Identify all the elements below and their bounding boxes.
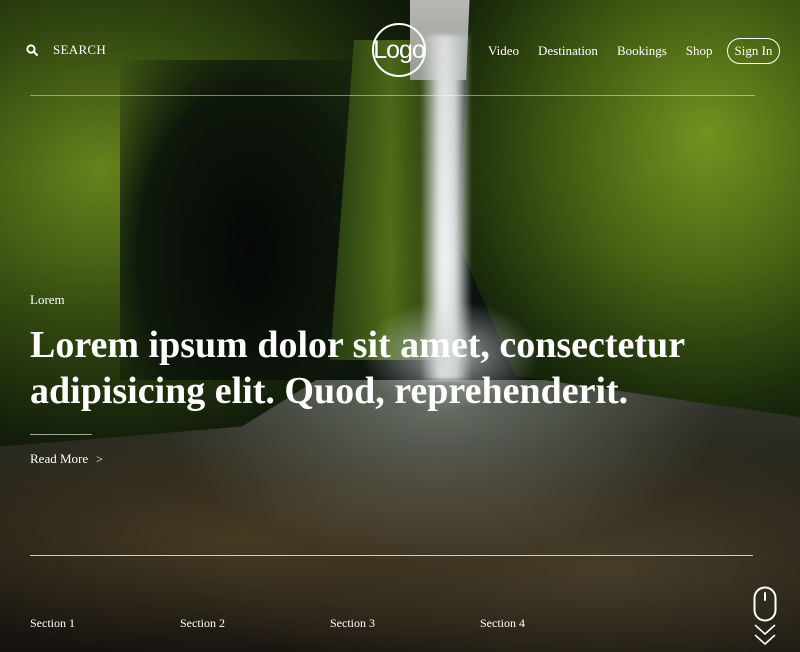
section-nav: Section 1 Section 2 Section 3 Section 4: [30, 616, 630, 631]
logo-text: Logo: [373, 35, 426, 64]
hero-divider: [30, 434, 92, 435]
read-more-link[interactable]: Read More >: [30, 451, 103, 467]
chevron-down-icon[interactable]: [753, 622, 777, 648]
main-nav: Video Destination Bookings Shop Sign In: [488, 38, 781, 64]
nav-item-video[interactable]: Video: [488, 43, 519, 59]
section-link-2[interactable]: Section 2: [180, 616, 330, 631]
nav-item-destination[interactable]: Destination: [538, 43, 598, 59]
search-label: SEARCH: [53, 42, 107, 57]
nav-item-bookings[interactable]: Bookings: [617, 43, 667, 59]
section-link-3[interactable]: Section 3: [330, 616, 480, 631]
section-link-4[interactable]: Section 4: [480, 616, 630, 631]
read-more-label: Read More: [30, 451, 89, 466]
mouse-icon[interactable]: [753, 586, 777, 622]
header-divider: [30, 95, 755, 96]
section-link-1[interactable]: Section 1: [30, 616, 180, 631]
sections-divider: [30, 555, 753, 556]
logo[interactable]: Logo: [372, 23, 426, 77]
search-icon: [26, 44, 38, 56]
signin-button[interactable]: Sign In: [726, 38, 781, 64]
chevron-right-icon: >: [96, 451, 103, 466]
hero-eyebrow: Lorem: [30, 292, 65, 307]
hero-headline: Lorem ipsum dolor sit amet, consectetur …: [30, 324, 685, 412]
site-header: SEARCH Logo Video Destination Bookings S…: [0, 0, 800, 96]
nav-item-shop[interactable]: Shop: [686, 43, 713, 59]
search-button[interactable]: SEARCH: [26, 42, 106, 58]
